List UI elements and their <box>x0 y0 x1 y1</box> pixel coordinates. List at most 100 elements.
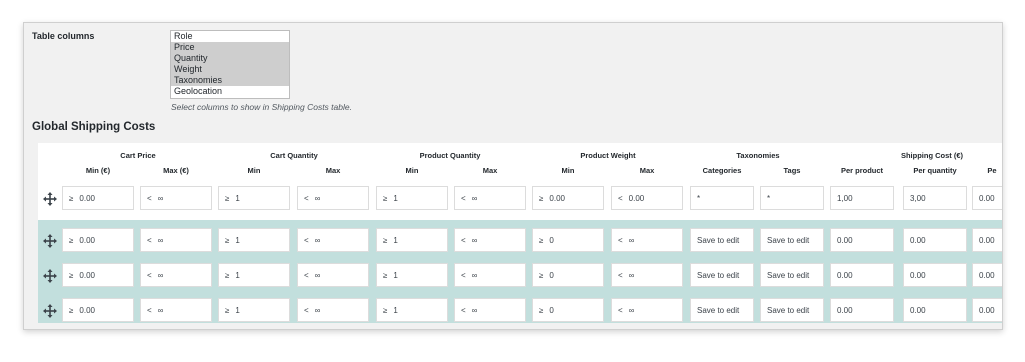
columns-hint: Select columns to show in Shipping Costs… <box>171 102 352 112</box>
cell-value: Save to edit <box>697 271 740 280</box>
cart-qty-max-input[interactable]: < ∞ <box>297 228 369 252</box>
categories-input[interactable]: Save to edit <box>690 228 754 252</box>
tags-input[interactable]: Save to edit <box>760 228 824 252</box>
cart-qty-max-input[interactable]: < ∞ <box>297 263 369 287</box>
subheader-cart-price-min: Min (€) <box>85 166 111 175</box>
cell-value: 1 <box>393 271 398 280</box>
operator-label: ≥ <box>539 306 544 315</box>
product-qty-min-input[interactable]: ≥1 <box>376 186 448 210</box>
product-weight-min-input[interactable]: ≥0 <box>532 263 604 287</box>
cell-value: * <box>697 194 701 203</box>
cell-value: ∞ <box>157 194 164 203</box>
subheader-product-qty-min: Min <box>405 166 419 175</box>
group-cart-price: Cart Price <box>120 151 156 160</box>
per-product-input[interactable]: 0.00 <box>830 298 894 322</box>
product-qty-max-input[interactable]: < ∞ <box>454 228 526 252</box>
cart-qty-max-input[interactable]: < ∞ <box>297 186 369 210</box>
per-product-input[interactable]: 0.00 <box>830 263 894 287</box>
per-product-input[interactable]: 0.00 <box>830 228 894 252</box>
option-quantity[interactable]: Quantity <box>171 53 289 64</box>
cell-value: 1 <box>235 194 240 203</box>
per-quantity-input[interactable]: 0.00 <box>903 228 967 252</box>
cell-value: * <box>767 194 771 203</box>
table-columns-multiselect[interactable]: Role Price Quantity Weight Taxonomies Ge… <box>170 30 290 99</box>
cell-value: 0.00 <box>837 306 853 315</box>
move-arrows-icon[interactable] <box>43 269 57 283</box>
per-quantity-input[interactable]: 3,00 <box>903 186 967 210</box>
product-qty-min-input[interactable]: ≥1 <box>376 228 448 252</box>
cell-value: 0.00 <box>910 271 926 280</box>
categories-input[interactable]: Save to edit <box>690 298 754 322</box>
cart-price-min-input[interactable]: ≥0.00 <box>62 263 134 287</box>
cell-value: 0 <box>549 306 554 315</box>
cart-price-min-input[interactable]: ≥0.00 <box>62 228 134 252</box>
operator-label: < <box>618 306 623 315</box>
per-quantity-input[interactable]: 0.00 <box>903 263 967 287</box>
cell-value: 0.00 <box>979 236 995 245</box>
cell-value: ∞ <box>314 271 321 280</box>
cell-value: 0 <box>549 236 554 245</box>
per-product-input[interactable]: 1,00 <box>830 186 894 210</box>
cart-qty-min-input[interactable]: ≥1 <box>218 263 290 287</box>
product-weight-max-input[interactable]: < ∞ <box>611 263 683 287</box>
cart-price-min-input[interactable]: ≥0.00 <box>62 298 134 322</box>
per-extra-input[interactable]: 0.00 <box>972 186 1002 210</box>
option-geolocation[interactable]: Geolocation <box>171 86 289 97</box>
shipping-costs-table: Cart Price Cart Quantity Product Quantit… <box>38 143 1002 323</box>
option-weight[interactable]: Weight <box>171 64 289 75</box>
product-weight-min-input[interactable]: ≥0 <box>532 298 604 322</box>
operator-label: ≥ <box>69 236 74 245</box>
cart-price-max-input[interactable]: < ∞ <box>140 186 212 210</box>
cart-qty-min-input[interactable]: ≥1 <box>218 298 290 322</box>
product-weight-max-input[interactable]: <0.00 <box>611 186 683 210</box>
subheader-per-quantity: Per quantity <box>913 166 957 175</box>
cart-price-min-input[interactable]: ≥0.00 <box>62 186 134 210</box>
operator-label: ≥ <box>225 236 230 245</box>
product-weight-max-input[interactable]: < ∞ <box>611 298 683 322</box>
option-taxonomies[interactable]: Taxonomies <box>171 75 289 86</box>
product-qty-max-input[interactable]: < ∞ <box>454 263 526 287</box>
cell-value: 1 <box>235 271 240 280</box>
product-qty-max-input[interactable]: < ∞ <box>454 186 526 210</box>
per-extra-input[interactable]: 0.00 <box>972 263 1002 287</box>
cell-value: ∞ <box>628 306 635 315</box>
cart-qty-min-input[interactable]: ≥1 <box>218 228 290 252</box>
cart-price-max-input[interactable]: < ∞ <box>140 298 212 322</box>
per-extra-input[interactable]: 0.00 <box>972 228 1002 252</box>
move-arrows-icon[interactable] <box>43 304 57 318</box>
operator-label: < <box>304 306 309 315</box>
operator-label: ≥ <box>69 271 74 280</box>
tags-input[interactable]: Save to edit <box>760 263 824 287</box>
product-qty-min-input[interactable]: ≥1 <box>376 298 448 322</box>
cart-price-max-input[interactable]: < ∞ <box>140 263 212 287</box>
operator-label: < <box>304 194 309 203</box>
cart-price-max-input[interactable]: < ∞ <box>140 228 212 252</box>
product-weight-min-input[interactable]: ≥0.00 <box>532 186 604 210</box>
move-arrows-icon[interactable] <box>43 234 57 248</box>
per-extra-input[interactable]: 0.00 <box>972 298 1002 322</box>
operator-label: < <box>147 236 152 245</box>
product-qty-min-input[interactable]: ≥1 <box>376 263 448 287</box>
cell-value: 1,00 <box>837 194 853 203</box>
operator-label: < <box>461 194 466 203</box>
move-arrows-icon[interactable] <box>43 192 57 206</box>
product-qty-max-input[interactable]: < ∞ <box>454 298 526 322</box>
per-quantity-input[interactable]: 0.00 <box>903 298 967 322</box>
cell-value: ∞ <box>157 306 164 315</box>
option-role[interactable]: Role <box>171 31 289 42</box>
cart-qty-min-input[interactable]: ≥1 <box>218 186 290 210</box>
option-price[interactable]: Price <box>171 42 289 53</box>
product-weight-min-input[interactable]: ≥0 <box>532 228 604 252</box>
categories-input[interactable]: * <box>690 186 754 210</box>
cell-value: 1 <box>235 306 240 315</box>
group-shipping-cost: Shipping Cost (€) <box>900 151 964 160</box>
cell-value: ∞ <box>314 236 321 245</box>
cart-qty-max-input[interactable]: < ∞ <box>297 298 369 322</box>
categories-input[interactable]: Save to edit <box>690 263 754 287</box>
tags-input[interactable]: * <box>760 186 824 210</box>
settings-panel: Table columns Role Price Quantity Weight… <box>23 22 1003 330</box>
operator-label: < <box>618 236 623 245</box>
tags-input[interactable]: Save to edit <box>760 298 824 322</box>
group-cart-quantity: Cart Quantity <box>270 151 318 160</box>
product-weight-max-input[interactable]: < ∞ <box>611 228 683 252</box>
